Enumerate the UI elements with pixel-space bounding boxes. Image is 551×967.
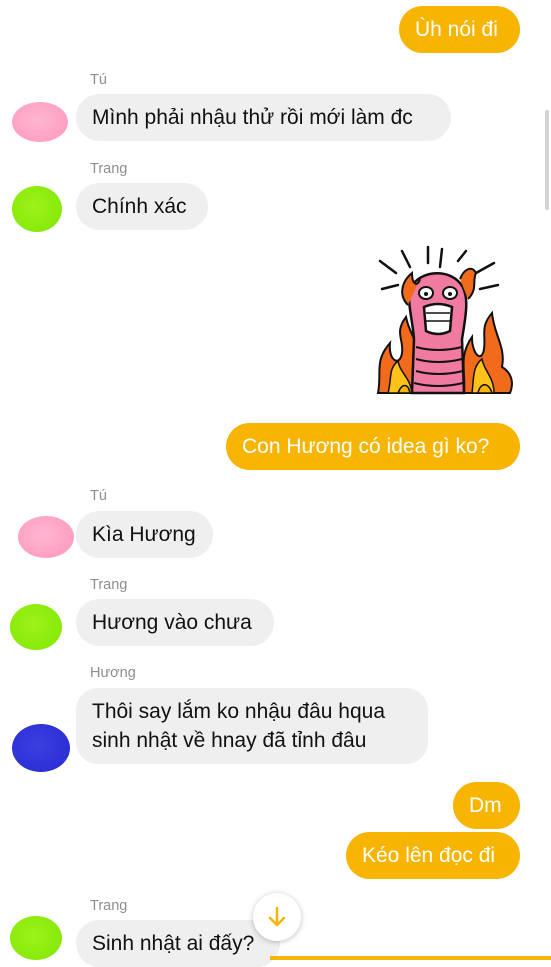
- sender-name: Tú: [90, 72, 107, 88]
- composer-edge: [270, 956, 551, 960]
- message-bubble-incoming[interactable]: Kìa Hương: [76, 511, 213, 558]
- sender-name: Hương: [90, 665, 136, 681]
- avatar[interactable]: [12, 186, 62, 232]
- message-bubble-incoming[interactable]: Hương vào chưa: [76, 599, 274, 646]
- message-bubble-outgoing[interactable]: Ùh nói đi: [399, 6, 520, 53]
- message-bubble-outgoing[interactable]: Con Hương có idea gì ko?: [226, 423, 520, 470]
- message-bubble-outgoing[interactable]: Kéo lên đọc đi: [346, 832, 520, 879]
- flame-worm-sticker[interactable]: [368, 243, 520, 403]
- message-line: sinh nhật về hnay đã tỉnh đâu: [92, 729, 367, 752]
- sticker-image: [376, 245, 513, 395]
- message-line: Thôi say lắm ko nhậu đâu hqua: [92, 700, 386, 723]
- scroll-to-bottom-button[interactable]: [253, 893, 301, 941]
- avatar[interactable]: [12, 102, 68, 142]
- message-bubble-outgoing[interactable]: Dm: [453, 782, 520, 829]
- avatar[interactable]: [18, 516, 74, 558]
- message-bubble-incoming[interactable]: Chính xác: [76, 183, 208, 230]
- avatar[interactable]: [12, 724, 70, 772]
- sender-name: Trang: [90, 161, 128, 177]
- avatar[interactable]: [10, 916, 62, 960]
- message-bubble-incoming[interactable]: Thôi say lắm ko nhậu đâu hqua sinh nhật …: [76, 688, 428, 764]
- message-bubble-incoming[interactable]: Mình phải nhậu thử rồi mới làm đc: [76, 94, 451, 141]
- sender-name: Trang: [90, 898, 128, 914]
- sender-name: Tú: [90, 488, 107, 504]
- sender-name: Trang: [90, 577, 128, 593]
- scrollbar[interactable]: [545, 110, 549, 210]
- arrow-down-icon: [268, 906, 286, 927]
- avatar[interactable]: [10, 604, 62, 650]
